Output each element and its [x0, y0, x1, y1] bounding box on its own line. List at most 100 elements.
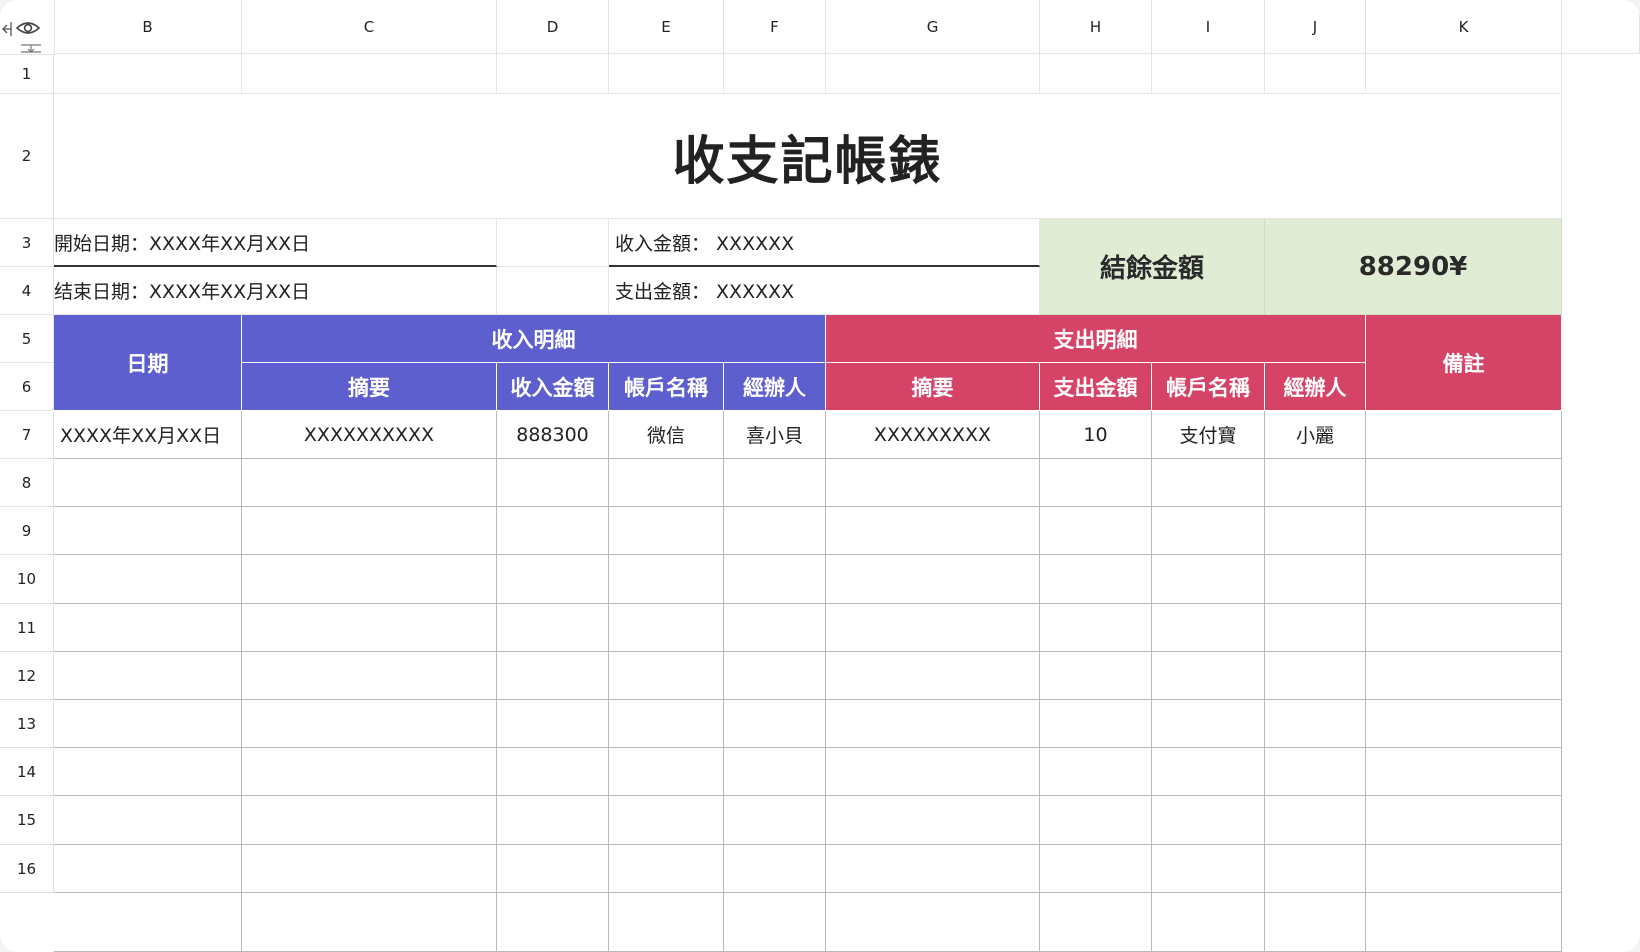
cell-row1[interactable]	[1366, 54, 1562, 94]
table-cell[interactable]	[1366, 411, 1562, 459]
empty-cell[interactable]	[1040, 555, 1152, 604]
table-cell[interactable]: 10	[1040, 411, 1152, 459]
empty-cell[interactable]	[1040, 700, 1152, 748]
empty-cell[interactable]	[1366, 893, 1562, 952]
header-income-col[interactable]: 經辦人	[724, 363, 826, 411]
row-header-6[interactable]: 6	[0, 363, 54, 411]
empty-cell[interactable]	[497, 700, 609, 748]
empty-cell[interactable]	[1265, 748, 1366, 796]
cell-row1[interactable]	[1265, 54, 1366, 94]
empty-cell[interactable]	[1366, 796, 1562, 845]
header-income-col[interactable]: 摘要	[242, 363, 497, 411]
empty-cell[interactable]	[242, 845, 497, 893]
empty-cell[interactable]	[1265, 893, 1366, 952]
empty-cell[interactable]	[242, 700, 497, 748]
cell-d4[interactable]	[497, 267, 609, 315]
empty-cell[interactable]	[724, 748, 826, 796]
header-expense-col[interactable]: 帳戶名稱	[1152, 363, 1265, 411]
empty-cell[interactable]	[54, 555, 242, 604]
column-header-k[interactable]: K	[1366, 0, 1562, 54]
empty-cell[interactable]	[724, 555, 826, 604]
column-header-e[interactable]: E	[609, 0, 724, 54]
row-header-13[interactable]: 13	[0, 700, 54, 748]
row-header-1[interactable]: 1	[0, 54, 54, 94]
table-cell[interactable]: 888300	[497, 411, 609, 459]
eye-icon[interactable]	[15, 22, 41, 34]
empty-cell[interactable]	[54, 845, 242, 893]
cell-row1[interactable]	[1152, 54, 1265, 94]
empty-cell[interactable]	[724, 604, 826, 652]
empty-cell[interactable]	[826, 604, 1040, 652]
cell-row1[interactable]	[826, 54, 1040, 94]
empty-cell[interactable]	[724, 507, 826, 555]
end-date-cell[interactable]: 结束日期：XXXX年XX月XX日	[54, 267, 497, 315]
empty-cell[interactable]	[724, 893, 826, 952]
column-header-c[interactable]: C	[242, 0, 497, 54]
empty-cell[interactable]	[1265, 459, 1366, 507]
empty-cell[interactable]	[609, 845, 724, 893]
empty-cell[interactable]	[1040, 796, 1152, 845]
empty-cell[interactable]	[242, 507, 497, 555]
row-resize-icon[interactable]	[21, 44, 41, 53]
column-header-d[interactable]: D	[497, 0, 609, 54]
empty-cell[interactable]	[724, 700, 826, 748]
row-header-4[interactable]: 4	[0, 267, 54, 315]
row-header-2[interactable]: 2	[0, 94, 54, 219]
empty-cell[interactable]	[54, 748, 242, 796]
header-expense-col[interactable]: 經辦人	[1265, 363, 1366, 411]
empty-cell[interactable]	[1265, 652, 1366, 700]
table-cell[interactable]: 支付寶	[1152, 411, 1265, 459]
empty-cell[interactable]	[609, 652, 724, 700]
table-cell[interactable]: XXXXXXXXX	[826, 411, 1040, 459]
cell-row1[interactable]	[54, 54, 242, 94]
empty-cell[interactable]	[724, 845, 826, 893]
row-header-16[interactable]: 16	[0, 845, 54, 893]
row-header-12[interactable]: 12	[0, 652, 54, 700]
empty-cell[interactable]	[497, 652, 609, 700]
empty-cell[interactable]	[826, 507, 1040, 555]
table-cell[interactable]: 微信	[609, 411, 724, 459]
table-cell[interactable]: XXXX年XX月XX日	[54, 411, 242, 459]
empty-cell[interactable]	[1152, 459, 1265, 507]
empty-cell[interactable]	[497, 893, 609, 952]
empty-cell[interactable]	[1366, 652, 1562, 700]
empty-cell[interactable]	[242, 652, 497, 700]
empty-cell[interactable]	[54, 796, 242, 845]
header-income-col[interactable]: 收入金額	[497, 363, 609, 411]
empty-cell[interactable]	[54, 507, 242, 555]
expense-amount-cell[interactable]: 支出金額： XXXXXX	[609, 267, 1040, 315]
empty-cell[interactable]	[826, 700, 1040, 748]
cell-row1[interactable]	[609, 54, 724, 94]
empty-cell[interactable]	[1366, 507, 1562, 555]
empty-cell[interactable]	[826, 845, 1040, 893]
column-header-h[interactable]: H	[1040, 0, 1152, 54]
empty-cell[interactable]	[826, 459, 1040, 507]
cell-row1[interactable]	[242, 54, 497, 94]
empty-cell[interactable]	[1265, 604, 1366, 652]
empty-cell[interactable]	[54, 604, 242, 652]
empty-cell[interactable]	[497, 845, 609, 893]
empty-cell[interactable]	[497, 459, 609, 507]
header-income-col[interactable]: 帳戶名稱	[609, 363, 724, 411]
empty-cell[interactable]	[1366, 459, 1562, 507]
cell-row1[interactable]	[1040, 54, 1152, 94]
row-header-9[interactable]: 9	[0, 507, 54, 555]
header-expense-col[interactable]: 支出金額	[1040, 363, 1152, 411]
empty-cell[interactable]	[1040, 507, 1152, 555]
empty-cell[interactable]	[826, 555, 1040, 604]
row-header-8[interactable]: 8	[0, 459, 54, 507]
cell-row1[interactable]	[724, 54, 826, 94]
empty-cell[interactable]	[242, 796, 497, 845]
empty-cell[interactable]	[1152, 796, 1265, 845]
empty-cell[interactable]	[1040, 459, 1152, 507]
empty-cell[interactable]	[1366, 845, 1562, 893]
row-header-5[interactable]: 5	[0, 315, 54, 363]
empty-cell[interactable]	[609, 700, 724, 748]
row-header-3[interactable]: 3	[0, 219, 54, 267]
empty-cell[interactable]	[724, 459, 826, 507]
empty-cell[interactable]	[724, 796, 826, 845]
cell-row1[interactable]	[497, 54, 609, 94]
balance-label[interactable]: 結餘金額	[1040, 219, 1265, 315]
empty-cell[interactable]	[497, 748, 609, 796]
row-header-7[interactable]: 7	[0, 411, 54, 459]
